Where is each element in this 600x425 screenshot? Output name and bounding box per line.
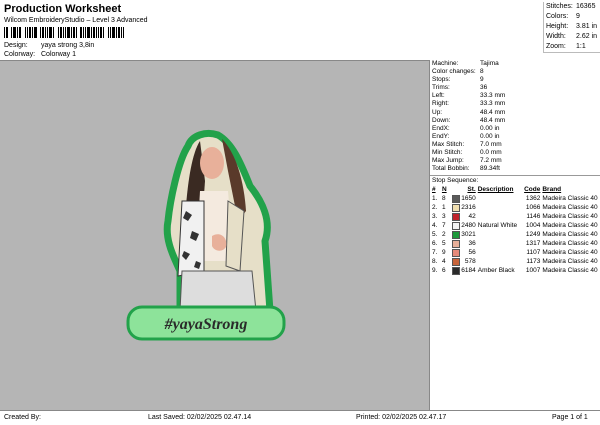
caption-text: #yayaStrong xyxy=(164,316,248,333)
stat-colors: Colors: 9 xyxy=(546,13,580,20)
info-left: Left: 33.3 mm xyxy=(432,92,506,100)
thread-color-swatch xyxy=(451,249,460,258)
stop-sequence-rows: 1. 8 1650 1362 Madeira Classic 40 2. 1 2316 1066… xyxy=(430,194,600,276)
stop-sequence-row: 8. 4 578 1173 Madeira Classic 40 xyxy=(432,258,598,267)
page-number: Page 1 of 1 xyxy=(552,414,588,421)
info-max-stitch: Max Stitch: 7.0 mm xyxy=(432,140,502,148)
thread-color-swatch xyxy=(451,258,460,267)
info-machine: Machine: Tajima xyxy=(432,60,499,67)
stat-zoom: Zoom: 1:1 xyxy=(546,43,586,50)
stop-sequence-row: 2. 1 2316 1066 Madeira Classic 40 xyxy=(432,204,598,213)
stat-stitches: Stitches: 16365 xyxy=(546,3,596,10)
thread-color-swatch xyxy=(451,204,460,213)
info-color-changes: Color changes: 8 xyxy=(432,68,484,76)
design-row: Design: yaya strong 3,8in xyxy=(4,42,94,49)
info-panel: Machine: Tajima Color changes: 8 Stops: 9 T… xyxy=(430,60,600,410)
stop-sequence-row: 5. 2 3021 1249 Madeira Classic 40 xyxy=(432,231,598,240)
info-down: Down: 48.4 mm xyxy=(432,116,506,124)
info-trims: Trims: 36 xyxy=(432,84,488,92)
design-value: yaya strong 3,8in xyxy=(41,42,95,49)
colorway-value: Colorway 1 xyxy=(41,51,77,58)
face xyxy=(200,147,224,179)
info-endx: EndX: 0.00 in xyxy=(432,124,500,132)
stat-height: Height: 3.81 in xyxy=(546,23,598,30)
stop-sequence-row: 6. 5 36 1317 Madeira Classic 40 xyxy=(432,240,598,249)
stop-sequence-header: # N St. Description Code Brand xyxy=(432,186,562,194)
stop-sequence-row: 4. 7 2480 Natural White 1004 Madeira Classic … xyxy=(432,222,598,231)
info-up: Up: 48.4 mm xyxy=(432,108,506,116)
summary-stats: Stitches: 16365 Colors: 9 Height: 3.81 in W… xyxy=(543,2,600,53)
info-right: Right: 33.3 mm xyxy=(432,100,506,108)
design-label: Design: xyxy=(4,42,28,49)
barcode xyxy=(4,27,134,38)
stop-sequence-title: Stop Sequence: xyxy=(432,177,479,185)
printed-date: Printed: 02/02/2025 02.47.17 xyxy=(356,414,447,421)
stop-sequence-row: 9. 6 6184 Amber Black 1007 Madeira Classic 40 xyxy=(432,267,598,276)
info-total-bobbin: Total Bobbin: 89.34ft xyxy=(432,165,500,173)
thread-color-swatch xyxy=(451,213,460,222)
design-preview: #yayaStrong xyxy=(0,60,430,411)
stop-sequence-row: 3. 3 42 1146 Madeira Classic 40 xyxy=(432,213,598,222)
colorway-row: Colorway: Colorway 1 xyxy=(4,51,76,58)
worksheet-title: Production Worksheet xyxy=(4,3,122,15)
info-endy: EndY: 0.00 in xyxy=(432,132,500,140)
info-stops: Stops: 9 xyxy=(432,76,484,84)
thread-color-swatch xyxy=(451,195,460,204)
info-max-jump: Max Jump: 7.2 mm xyxy=(432,157,502,165)
stop-sequence-row: 7. 9 56 1107 Madeira Classic 40 xyxy=(432,249,598,258)
last-saved: Last Saved: 02/02/2025 02.47.14 xyxy=(148,414,252,421)
thread-color-swatch xyxy=(451,240,460,249)
info-min-stitch: Min Stitch: 0.0 mm xyxy=(432,149,502,157)
colorway-label: Colorway: xyxy=(4,51,36,58)
stop-sequence-row: 1. 8 1650 1362 Madeira Classic 40 xyxy=(432,195,598,204)
thread-color-swatch xyxy=(451,231,460,240)
skirt xyxy=(179,270,257,312)
footer: Created By: Last Saved: 02/02/2025 02.47… xyxy=(0,410,600,425)
created-by: Created By: xyxy=(4,414,41,421)
embroidery-illustration: #yayaStrong xyxy=(126,129,286,341)
stat-width: Width: 2.62 in xyxy=(546,33,598,40)
thread-color-swatch xyxy=(451,267,460,276)
thread-color-swatch xyxy=(451,222,460,231)
software-subtitle: Wilcom EmbroideryStudio – Level 3 Advanc… xyxy=(4,17,148,24)
